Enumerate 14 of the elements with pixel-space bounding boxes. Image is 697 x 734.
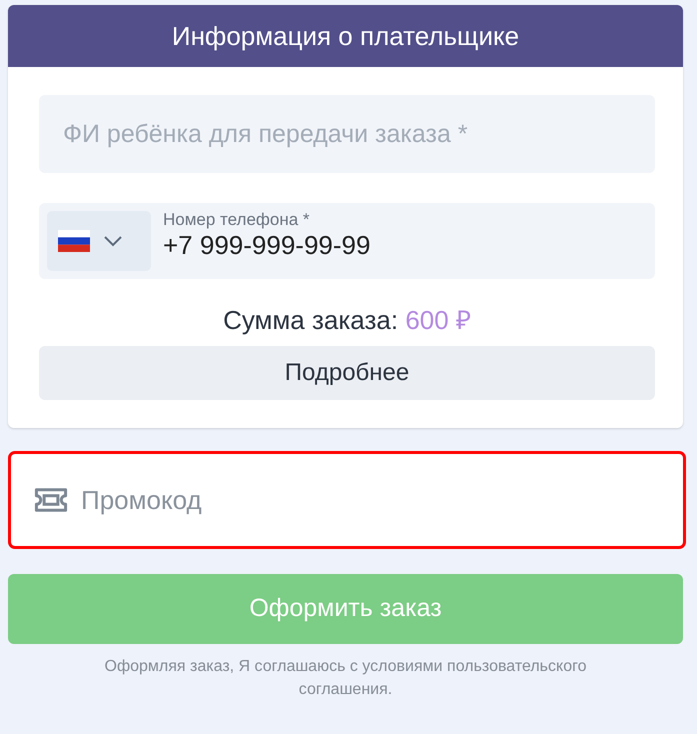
name-field[interactable]: ФИ ребёнка для передачи заказа *	[39, 95, 655, 173]
flag-icon	[58, 230, 90, 252]
phone-field[interactable]: Номер телефона * +7 999-999-99-99	[39, 203, 655, 279]
promo-input[interactable]: Промокод	[79, 480, 599, 521]
promo-field[interactable]: Промокод	[11, 454, 683, 546]
phone-label: Номер телефона *	[163, 211, 311, 230]
details-button[interactable]: Подробнее	[39, 346, 655, 400]
agreement-text: Оформляя заказ, Я соглашаюсь с условиями пользовательского соглашения.	[104, 657, 588, 700]
card-header: Информация о плательщике	[8, 5, 683, 67]
order-sum: Сумма заказа: 600 ₽	[222, 305, 472, 336]
ticket-icon	[33, 487, 69, 514]
chevron-down-icon	[104, 236, 122, 246]
country-select[interactable]	[47, 211, 151, 271]
phone-input[interactable]: +7 999-999-99-99	[163, 230, 498, 261]
